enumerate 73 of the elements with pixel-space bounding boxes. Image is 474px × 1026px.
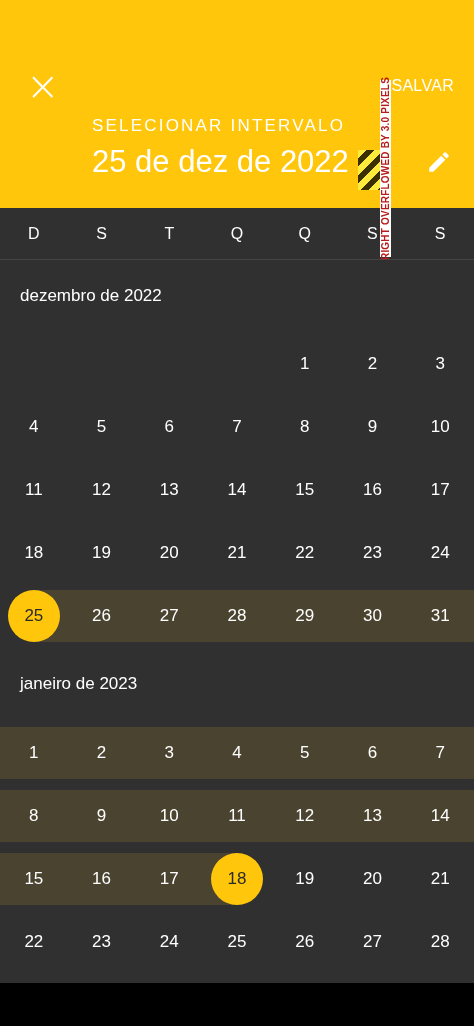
weekday-label: D xyxy=(28,224,40,243)
day-button[interactable]: 23 xyxy=(75,915,128,968)
day-button[interactable]: 27 xyxy=(346,915,399,968)
day-button[interactable]: 12 xyxy=(278,789,331,842)
month-label: janeiro de 2023 xyxy=(18,673,139,695)
day-button[interactable]: 18 xyxy=(211,852,263,905)
day-button[interactable]: 20 xyxy=(143,526,196,579)
weekday-label: S xyxy=(96,224,107,243)
day-button[interactable]: 12 xyxy=(75,463,128,516)
day-button[interactable]: 18 xyxy=(7,526,60,579)
day-button[interactable]: 28 xyxy=(211,589,263,642)
day-button[interactable]: 30 xyxy=(346,589,399,642)
day-button[interactable]: 2 xyxy=(75,726,128,779)
day-button[interactable]: 3 xyxy=(414,337,467,390)
day-button[interactable]: 23 xyxy=(346,526,399,579)
day-button[interactable]: 17 xyxy=(414,463,467,516)
day-button[interactable]: 26 xyxy=(75,589,128,642)
day-button[interactable]: 6 xyxy=(143,400,196,453)
weekday-label: T xyxy=(164,224,175,243)
day-button[interactable]: 3 xyxy=(143,726,196,779)
day-button[interactable]: 21 xyxy=(414,852,467,905)
day-button[interactable]: 7 xyxy=(414,726,467,779)
day-button[interactable]: 29 xyxy=(278,589,331,642)
day-button[interactable]: 6 xyxy=(346,726,399,779)
day-button[interactable]: 21 xyxy=(211,526,263,579)
weekday-label: S xyxy=(434,224,446,243)
day-button[interactable]: 16 xyxy=(75,852,128,905)
day-button[interactable]: 1 xyxy=(278,337,331,390)
day-button[interactable]: 25 xyxy=(7,589,60,642)
weekday-label: Q xyxy=(230,224,244,243)
day-button[interactable]: 8 xyxy=(7,789,60,842)
weekday-label: S xyxy=(367,224,378,243)
day-button[interactable]: 14 xyxy=(414,789,467,842)
day-button[interactable]: 13 xyxy=(346,789,399,842)
day-button[interactable]: 10 xyxy=(143,789,196,842)
day-button[interactable]: 13 xyxy=(143,463,196,516)
day-button[interactable]: 25 xyxy=(211,915,263,968)
day-button[interactable]: 22 xyxy=(7,915,60,968)
day-button[interactable]: 15 xyxy=(278,463,331,516)
day-button[interactable]: 22 xyxy=(278,526,331,579)
day-button[interactable]: 10 xyxy=(414,400,467,453)
day-button[interactable]: 7 xyxy=(211,400,263,453)
day-button[interactable]: 24 xyxy=(414,526,467,579)
day-button[interactable]: 4 xyxy=(7,400,60,453)
day-button[interactable]: 8 xyxy=(278,400,331,453)
overflow-stripes xyxy=(358,150,380,190)
day-button[interactable]: 27 xyxy=(143,589,196,642)
day-button[interactable]: 9 xyxy=(75,789,128,842)
day-button[interactable]: 15 xyxy=(7,852,60,905)
day-button[interactable]: 28 xyxy=(414,915,467,968)
picker-title: SELECIONAR INTERVALO xyxy=(92,116,346,136)
day-button[interactable]: 26 xyxy=(278,915,331,968)
day-button[interactable]: 19 xyxy=(278,852,331,905)
day-button[interactable]: 1 xyxy=(7,726,60,779)
day-button[interactable]: 17 xyxy=(143,852,196,905)
overflow-warning: RIGHT OVERFLOWED BY 3.0 PIXELS xyxy=(380,76,391,261)
day-button[interactable]: 5 xyxy=(278,726,331,779)
day-button[interactable]: 16 xyxy=(346,463,399,516)
day-button[interactable]: 4 xyxy=(211,726,263,779)
day-button[interactable]: 2 xyxy=(346,337,399,390)
day-button[interactable]: 11 xyxy=(7,463,60,516)
selected-range: 25 de dez de 2022 xyxy=(92,144,349,180)
day-button[interactable]: 9 xyxy=(346,400,399,453)
day-button[interactable]: 11 xyxy=(211,789,263,842)
weekday-label: Q xyxy=(298,224,311,243)
day-button[interactable]: 24 xyxy=(143,915,196,968)
day-button[interactable]: 31 xyxy=(414,589,467,642)
day-button[interactable]: 20 xyxy=(346,852,399,905)
day-button[interactable]: 19 xyxy=(75,526,128,579)
edit-button[interactable] xyxy=(426,149,452,175)
day-button[interactable]: 5 xyxy=(75,400,128,453)
day-button[interactable]: 14 xyxy=(211,463,263,516)
month-label: dezembro de 2022 xyxy=(19,285,163,307)
